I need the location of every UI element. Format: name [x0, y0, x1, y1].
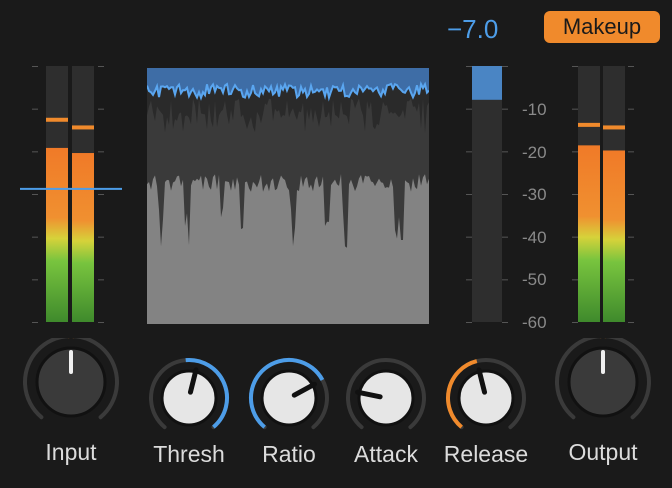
scale-label: -50: [522, 270, 547, 289]
output-meter-right-level: [603, 150, 625, 322]
thresh-knob-dial[interactable]: [134, 356, 244, 436]
ratio-knob-body[interactable]: [260, 369, 318, 427]
input-knob-label: Input: [45, 439, 97, 465]
knob-attack[interactable]: Attack: [331, 356, 441, 468]
release-knob-label: Release: [443, 441, 529, 467]
output-meter-left-peak: [578, 122, 600, 127]
scale-label: -60: [522, 313, 547, 332]
input-meter-right-peak: [72, 125, 94, 130]
output-knob-dial[interactable]: [548, 333, 658, 434]
output-knob-label: Output: [568, 439, 638, 465]
thresh-knob-label: Thresh: [153, 441, 225, 467]
output-meter: [572, 66, 634, 323]
scale-label: -30: [522, 185, 547, 204]
input-meter-left-level: [46, 147, 68, 322]
ratio-knob-label: Ratio: [262, 441, 316, 467]
scale-label: -10: [522, 100, 547, 119]
compressor-plugin: −7.0 Makeup -10 -20 -30 -40 -50 -60 Inpu…: [0, 0, 672, 488]
knob-ratio[interactable]: Ratio: [234, 356, 344, 468]
input-meter-right-level: [72, 153, 94, 322]
scale-label: -40: [522, 228, 547, 247]
attack-knob-dial[interactable]: [331, 356, 441, 436]
knob-input[interactable]: Input: [16, 333, 126, 466]
release-knob-dial[interactable]: [431, 356, 541, 436]
knob-output[interactable]: Output: [548, 333, 658, 466]
scale-label: -20: [522, 143, 547, 162]
attack-knob-body[interactable]: [357, 369, 415, 427]
db-scale: -10 -20 -30 -40 -50 -60: [522, 100, 564, 340]
attack-knob-label: Attack: [354, 441, 418, 467]
input-meter: [20, 66, 122, 323]
knob-thresh[interactable]: Thresh: [134, 356, 244, 468]
makeup-button[interactable]: Makeup: [544, 11, 660, 43]
input-meter-left-peak: [46, 117, 68, 122]
gain-history-display: [147, 68, 429, 324]
output-meter-left-level: [578, 145, 600, 322]
threshold-marker[interactable]: [20, 187, 122, 190]
output-meter-right-peak: [603, 125, 625, 130]
release-knob-body[interactable]: [457, 369, 515, 427]
gain-reduction-meter: [466, 66, 508, 323]
knob-release[interactable]: Release: [431, 356, 541, 468]
gain-reduction-level: [472, 66, 502, 100]
thresh-knob-body[interactable]: [160, 369, 218, 427]
ratio-knob-dial[interactable]: [234, 356, 344, 436]
gain-reduction-readout: −7.0: [447, 14, 499, 44]
input-knob-dial[interactable]: [16, 333, 126, 434]
